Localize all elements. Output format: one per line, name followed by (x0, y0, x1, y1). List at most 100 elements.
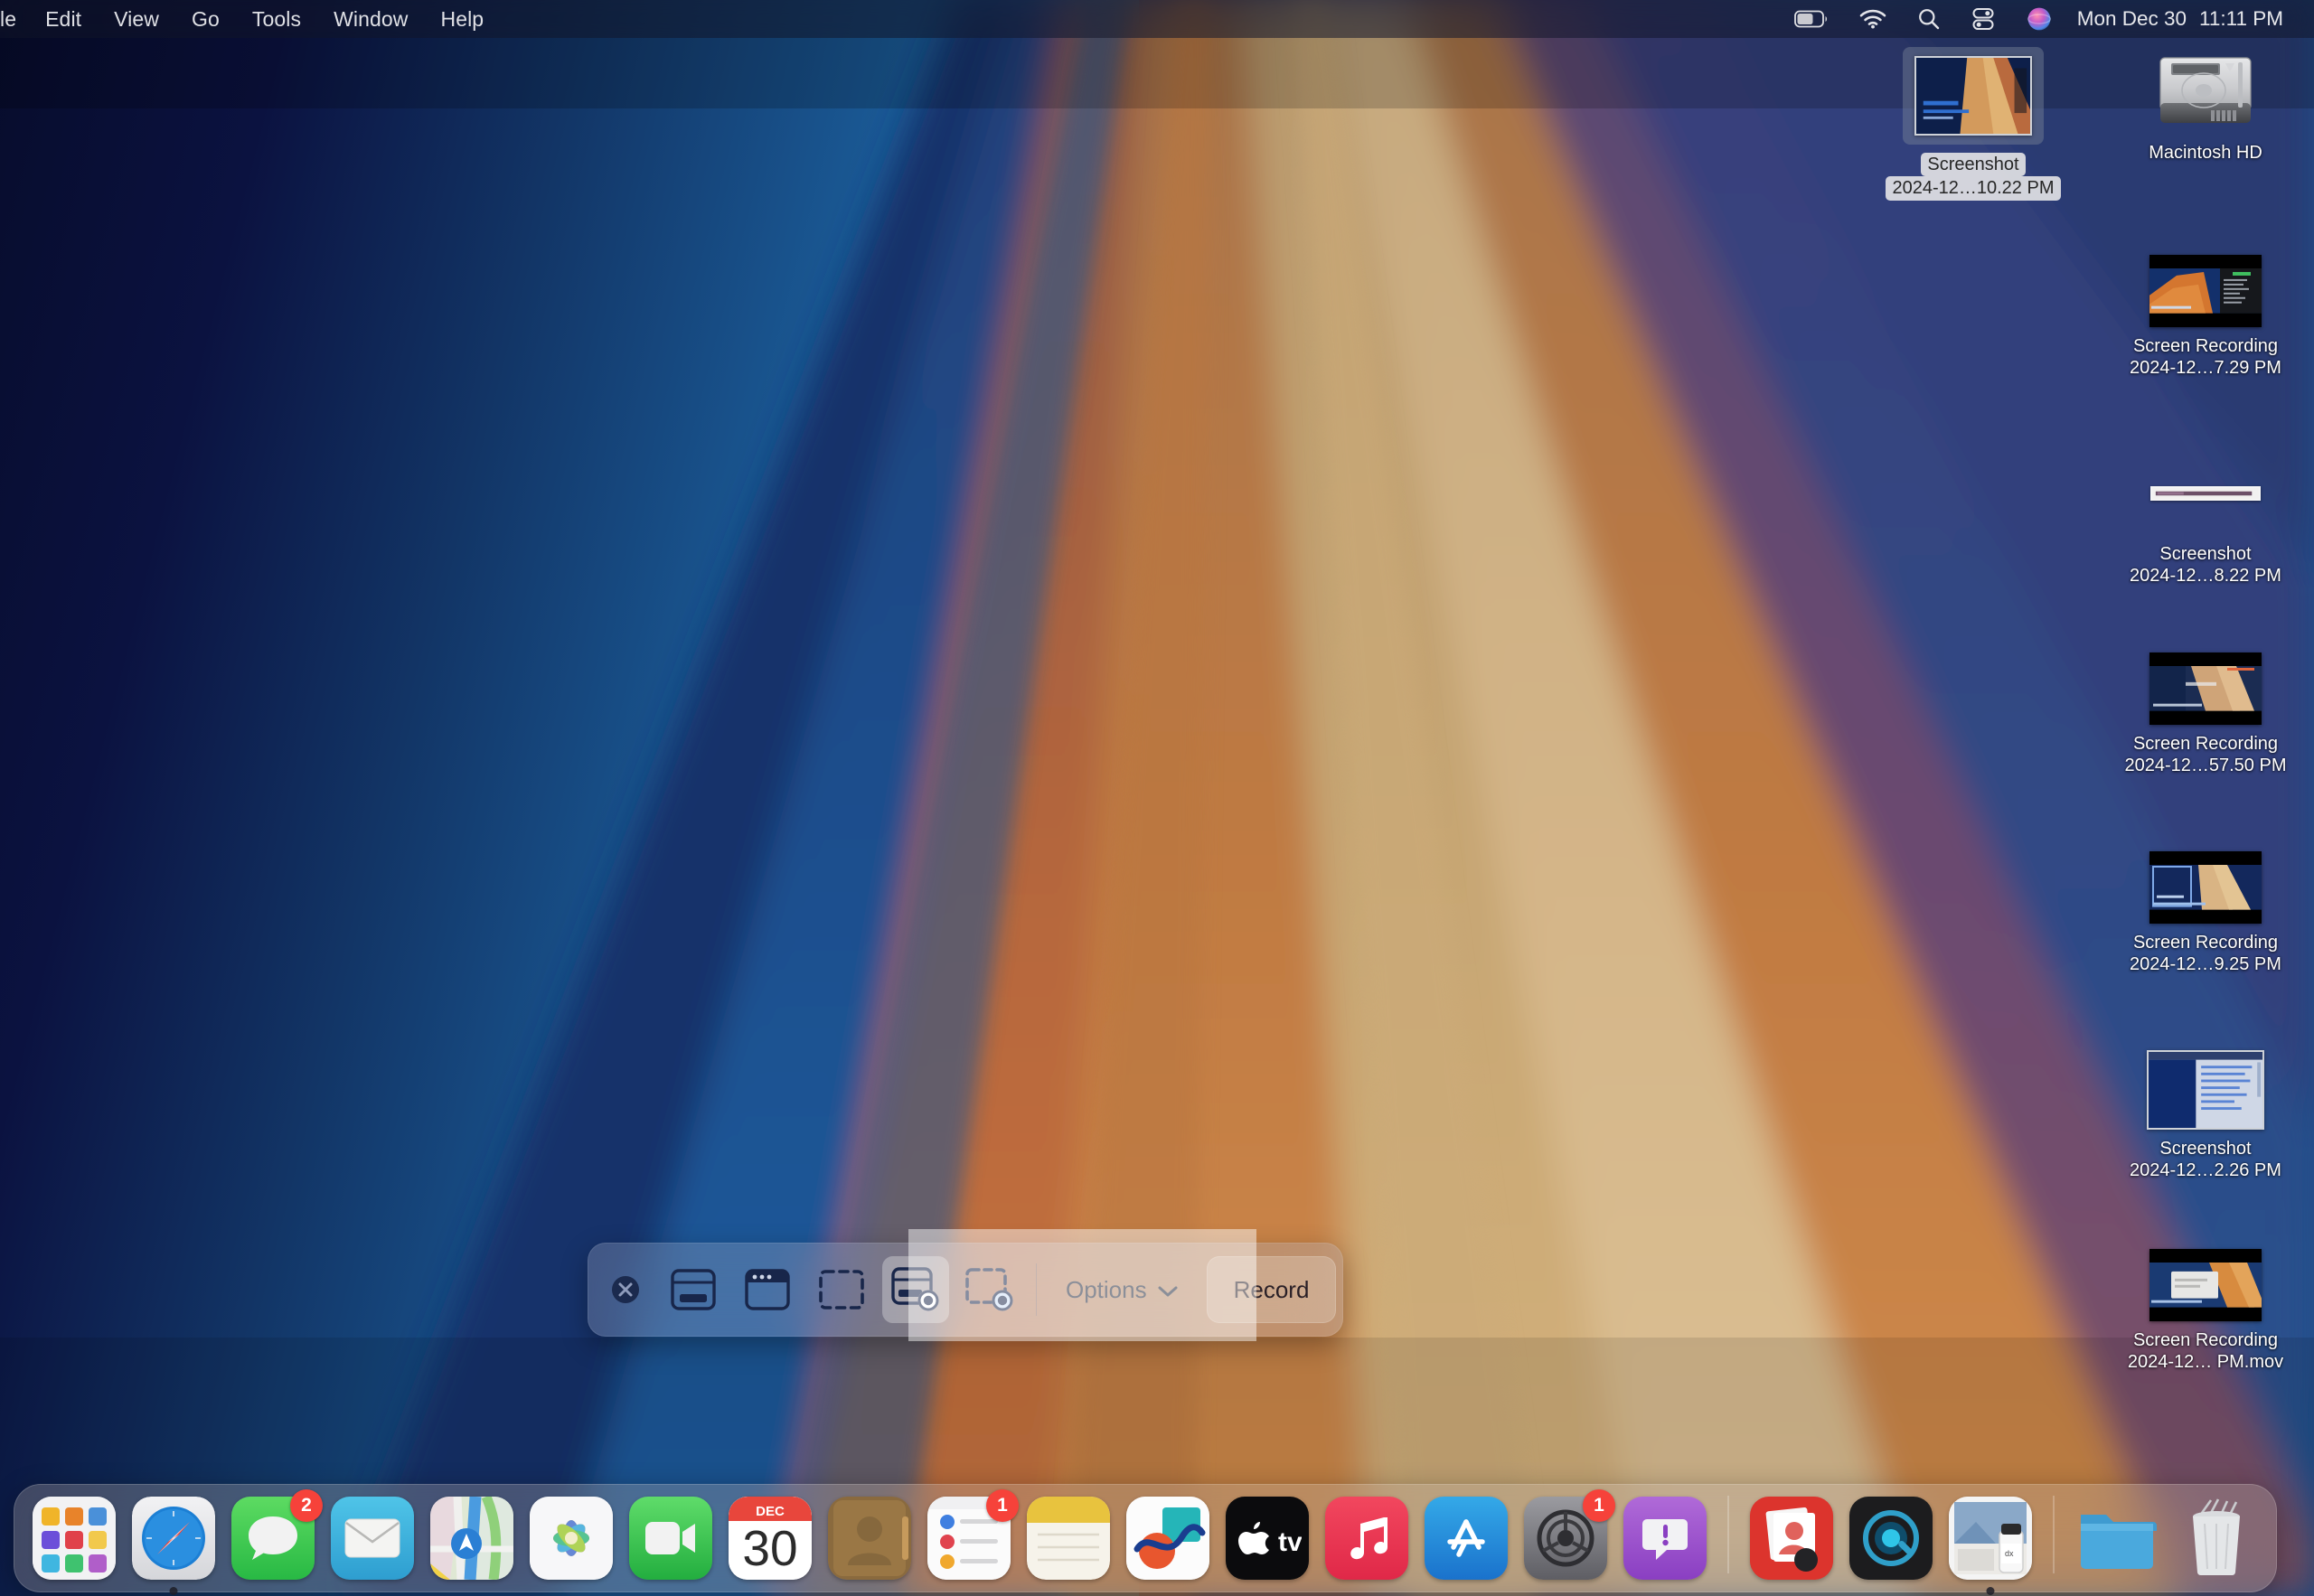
menu-item-view[interactable]: View (98, 0, 175, 38)
dock-item-contacts[interactable] (823, 1492, 916, 1584)
menu-item-edit[interactable]: Edit (29, 0, 98, 38)
desktop-icon-label: Macintosh HD (2149, 142, 2262, 164)
toolbar-divider (1036, 1263, 1037, 1316)
icon-label-line2: 2024-12…57.50 PM (2124, 756, 2286, 775)
dock-item-freeform[interactable] (1122, 1492, 1214, 1584)
movie-thumbnail (2149, 652, 2262, 725)
dock-item-reminders[interactable]: 1 (923, 1492, 1015, 1584)
dock-item-music[interactable] (1321, 1492, 1413, 1584)
menu-item-go[interactable]: Go (175, 0, 236, 38)
dock-separator-1 (1727, 1496, 1729, 1573)
dock-badge-messages: 2 (290, 1489, 323, 1522)
movie-thumbnail (2149, 1249, 2262, 1321)
icon-label-line1: Macintosh HD (2149, 143, 2262, 163)
desktop-icon-label: Screenshot 2024-12…10.22 PM (1886, 153, 2060, 201)
dock-item-system-settings[interactable]: 1 (1519, 1492, 1612, 1584)
desktop-icon-label: Screen Recording 2024-12…7.29 PM (2130, 335, 2281, 380)
desktop-icon-screenshot-822pm[interactable]: Screenshot 2024-12…8.22 PM (2111, 452, 2300, 587)
harddrive-icon (2151, 47, 2260, 134)
desktop-icon-screenshot-1022pm[interactable]: Screenshot 2024-12…10.22 PM (1878, 47, 2068, 201)
dock-item-safari[interactable] (127, 1492, 220, 1584)
svg-text:tv: tv (1278, 1527, 1302, 1556)
icon-label-line1: Screen Recording (2133, 336, 2278, 356)
menubar-time[interactable]: 11:11 PM (2190, 7, 2292, 31)
dock: 2 (0, 1484, 2314, 1592)
menu-item-tools[interactable]: Tools (236, 0, 317, 38)
desktop-icon-screen-recording-5750pm[interactable]: Screen Recording 2024-12…57.50 PM (2111, 652, 2300, 777)
running-indicator-dot (1987, 1587, 1995, 1595)
desktop-icon-screen-recording-pm-mov[interactable]: Screen Recording 2024-12… PM.mov (2111, 1249, 2300, 1374)
dock-item-preview[interactable]: dx (1944, 1492, 2037, 1584)
icon-label-line2: 2024-12…10.22 PM (1886, 176, 2060, 200)
record-selected-portion-button[interactable] (956, 1256, 1023, 1323)
desktop-icon-label: Screenshot 2024-12…8.22 PM (2130, 543, 2281, 587)
menu-item-file[interactable]: le (0, 0, 29, 38)
dock-item-launchpad[interactable] (28, 1492, 120, 1584)
icon-label-line2: 2024-12…2.26 PM (2130, 1160, 2281, 1180)
desktop-icon-label: Screen Recording 2024-12…9.25 PM (2130, 932, 2281, 976)
dock-badge-reminders: 1 (986, 1489, 1019, 1522)
chevron-down-icon (1158, 1276, 1178, 1304)
dock-item-quicktime[interactable] (1845, 1492, 1937, 1584)
dock-item-keynote[interactable] (1745, 1492, 1838, 1584)
menu-item-help[interactable]: Help (425, 0, 501, 38)
dock-item-facetime[interactable] (625, 1492, 717, 1584)
icon-label-line1: Screen Recording (2133, 1330, 2278, 1350)
icon-label-line1: Screen Recording (2133, 933, 2278, 953)
dock-item-appletv[interactable]: tv (1221, 1492, 1313, 1584)
movie-thumbnail (2149, 851, 2262, 924)
close-capture-button[interactable] (598, 1256, 653, 1323)
menu-bar-status-area: Mon Dec 30 11:11 PM (1779, 0, 2314, 38)
thin-screenshot-thumbnail (2150, 452, 2261, 535)
menubar-date[interactable]: Mon Dec 30 (2068, 7, 2190, 31)
dock-item-calendar[interactable]: DEC 30 (724, 1492, 816, 1584)
dock-item-downloads[interactable] (2071, 1492, 2163, 1584)
desktop-icon-macintosh-hd[interactable]: Macintosh HD (2111, 47, 2300, 164)
battery-icon[interactable] (1779, 0, 1844, 38)
dock-item-photos[interactable] (525, 1492, 617, 1584)
desktop-icon-area: Screenshot 2024-12…10.22 PM (0, 0, 2314, 1596)
svg-text:dx: dx (2005, 1549, 2014, 1558)
desktop-icon-screenshot-226pm[interactable]: Screenshot 2024-12…2.26 PM (2111, 1050, 2300, 1182)
record-button[interactable]: Record (1207, 1256, 1337, 1323)
wifi-icon[interactable] (1844, 0, 1902, 38)
spotlight-search-icon[interactable] (1902, 0, 1956, 38)
capture-selected-window-button[interactable] (734, 1256, 801, 1323)
dock-item-mail[interactable] (326, 1492, 419, 1584)
screenshot-thumbnail (1903, 47, 2044, 145)
capture-selected-portion-button[interactable] (808, 1256, 875, 1323)
icon-label-line1: Screenshot (2159, 544, 2251, 564)
movie-thumbnail (2149, 255, 2262, 327)
icon-label-line2: 2024-12…7.29 PM (2130, 358, 2281, 378)
record-entire-screen-button[interactable] (882, 1256, 949, 1323)
control-center-icon[interactable] (1956, 0, 2010, 38)
menu-bar-items: le Edit View Go Tools Window Help (0, 0, 500, 38)
icon-label-line2: 2024-12…8.22 PM (2130, 566, 2281, 586)
desktop-icon-label: Screen Recording 2024-12…57.50 PM (2124, 733, 2286, 777)
desktop-icon-label: Screenshot 2024-12…2.26 PM (2130, 1138, 2281, 1182)
screenshot-thumbnail (2147, 1050, 2264, 1130)
icon-label-line2: 2024-12…9.25 PM (2130, 954, 2281, 974)
desktop-icon-screen-recording-729pm[interactable]: Screen Recording 2024-12…7.29 PM (2111, 255, 2300, 380)
desktop-icon-label: Screen Recording 2024-12… PM.mov (2128, 1329, 2283, 1374)
running-indicator-dot (170, 1587, 178, 1595)
icon-label-line1: Screen Recording (2133, 734, 2278, 754)
icon-label-line2: 2024-12… PM.mov (2128, 1352, 2283, 1372)
siri-icon[interactable] (2010, 0, 2068, 38)
dock-badge-system-settings: 1 (1583, 1489, 1615, 1522)
dock-item-appstore[interactable] (1420, 1492, 1512, 1584)
options-dropdown-button[interactable]: Options (1046, 1256, 1198, 1323)
options-label: Options (1066, 1276, 1147, 1304)
dock-item-messages[interactable]: 2 (227, 1492, 319, 1584)
dock-item-notes[interactable] (1022, 1492, 1115, 1584)
calendar-day: 30 (742, 1520, 797, 1576)
desktop-icon-screen-recording-925pm[interactable]: Screen Recording 2024-12…9.25 PM (2111, 851, 2300, 976)
dock-item-podcasts[interactable] (1619, 1492, 1711, 1584)
dock-item-maps[interactable] (426, 1492, 518, 1584)
dock-item-trash[interactable] (2170, 1492, 2262, 1584)
menu-item-window[interactable]: Window (317, 0, 424, 38)
screenshot-capture-toolbar[interactable]: Options Record (588, 1243, 1343, 1337)
capture-entire-screen-button[interactable] (660, 1256, 727, 1323)
calendar-month: DEC (756, 1504, 785, 1519)
dock-separator-2 (2053, 1496, 2055, 1573)
